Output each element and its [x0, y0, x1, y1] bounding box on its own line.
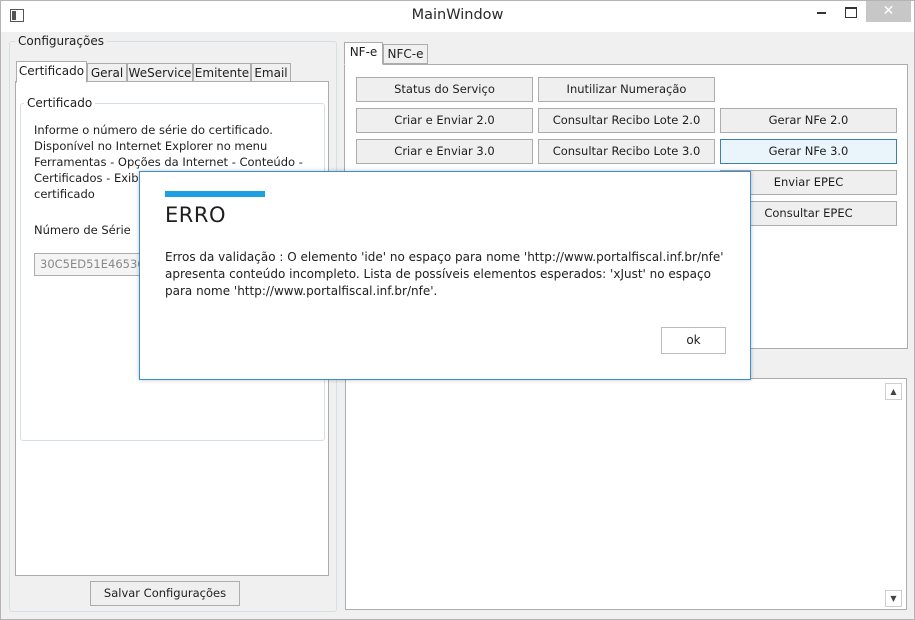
config-group-label: Configurações: [15, 34, 107, 48]
maximize-button[interactable]: [837, 1, 863, 22]
tab-email[interactable]: Email: [251, 63, 291, 83]
dialog-accent-bar: [165, 191, 265, 197]
criar-enviar-20-button[interactable]: Criar e Enviar 2.0: [356, 108, 533, 133]
tab-weservice[interactable]: WeService: [127, 63, 193, 83]
tab-geral[interactable]: Geral: [87, 63, 127, 83]
minimize-button[interactable]: [809, 1, 835, 22]
cert-info-line-2: Disponível no Internet Explorer no menu: [34, 139, 268, 153]
status-servico-button[interactable]: Status do Serviço: [356, 77, 533, 102]
certificado-group-label: Certificado: [24, 96, 96, 110]
title-bar[interactable]: MainWindow ✕: [1, 1, 914, 32]
save-config-button[interactable]: Salvar Configurações: [90, 581, 240, 606]
cert-info-line-5: certificado: [34, 187, 95, 201]
tab-nfe[interactable]: NF-e: [344, 42, 383, 65]
log-textarea[interactable]: ▲ ▼: [345, 378, 907, 610]
scroll-down-arrow-icon[interactable]: ▼: [885, 590, 902, 607]
tab-emitente[interactable]: Emitente: [193, 63, 251, 83]
dialog-title: ERRO: [165, 203, 226, 227]
gerar-nfe-30-button[interactable]: Gerar NFe 3.0: [720, 139, 897, 164]
cert-info-line-4: Certificados - Exibir: [34, 171, 147, 185]
dialog-message: Erros da validação : O elemento 'ide' no…: [165, 250, 724, 298]
inutilizar-numeracao-button[interactable]: Inutilizar Numeração: [538, 77, 715, 102]
criar-enviar-30-button[interactable]: Criar e Enviar 3.0: [356, 139, 533, 164]
error-dialog: ERRO Erros da validação : O elemento 'id…: [139, 171, 751, 380]
scroll-up-arrow-icon[interactable]: ▲: [885, 383, 902, 400]
close-button[interactable]: ✕: [866, 1, 911, 22]
consultar-recibo-30-button[interactable]: Consultar Recibo Lote 3.0: [538, 139, 715, 164]
consultar-recibo-20-button[interactable]: Consultar Recibo Lote 2.0: [538, 108, 715, 133]
gerar-nfe-20-button[interactable]: Gerar NFe 2.0: [720, 108, 897, 133]
window-title: MainWindow: [411, 7, 504, 23]
tab-certificado[interactable]: Certificado: [16, 61, 87, 83]
serial-label: Número de Série: [34, 223, 131, 237]
dialog-ok-button[interactable]: ok: [661, 327, 726, 354]
tab-nfce[interactable]: NFC-e: [383, 44, 428, 64]
cert-info-line-1: Informe o número de série do certificado…: [34, 123, 273, 137]
cert-info-line-3: Ferramentas - Opções da Internet - Conte…: [34, 155, 303, 169]
